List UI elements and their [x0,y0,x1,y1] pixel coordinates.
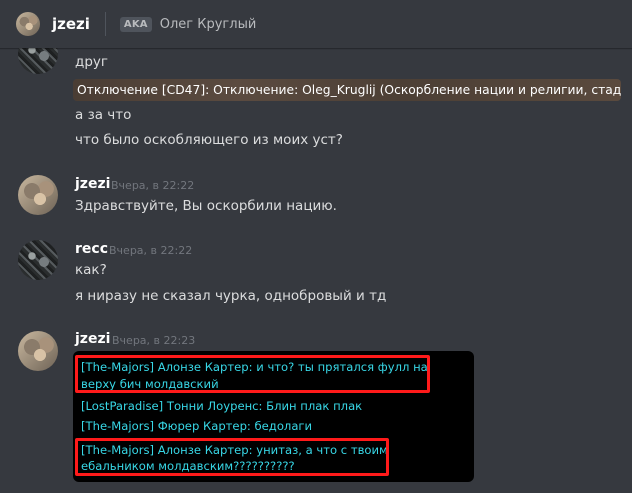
chatlog-line: [LostParadise] Тонни Лоуренс: Блин плак … [81,399,363,413]
message-author[interactable]: recc [75,241,108,257]
user-avatar[interactable] [18,240,58,280]
user-avatar[interactable] [18,175,58,215]
header-divider [104,12,106,36]
embed-text: Отключение [CD47]: Отключение: Oleg_Krug… [77,83,621,97]
channel-header: jzezi AKA Олег Круглый [0,0,632,48]
dm-username: jzezi [52,15,90,33]
message-text: как? [75,262,107,278]
aka-badge: AKA [119,16,152,32]
message-text: а за что [75,107,132,123]
highlight-box [75,355,430,393]
message-text: Здравствуйте, Вы оскорбили нацию. [75,198,337,214]
message-text: я ниразу не сказал чурка, однобровый и т… [75,288,387,304]
highlight-box [75,438,389,476]
message-text: что было оскобляющего из моих уст? [75,132,343,148]
message-timestamp: Вчера, в 22:23 [112,334,196,347]
message-text: друг [75,54,108,70]
user-avatar[interactable] [16,12,40,36]
screenshot-attachment[interactable]: [The-Majors] Алонзе Картер: и что? ты пр… [73,351,474,482]
message-author[interactable]: jzezi [75,331,110,347]
user-avatar[interactable] [18,331,58,371]
message-timestamp: Вчера, в 22:22 [111,179,195,192]
chatlog-line: [The-Majors] Фюрер Картер: бедолаги [81,419,313,433]
message-author[interactable]: jzezi [75,176,110,192]
message-timestamp: Вчера, в 22:22 [109,244,193,257]
image-embed[interactable]: Отключение [CD47]: Отключение: Oleg_Krug… [73,79,621,101]
alias-name[interactable]: Олег Круглый [160,17,257,32]
